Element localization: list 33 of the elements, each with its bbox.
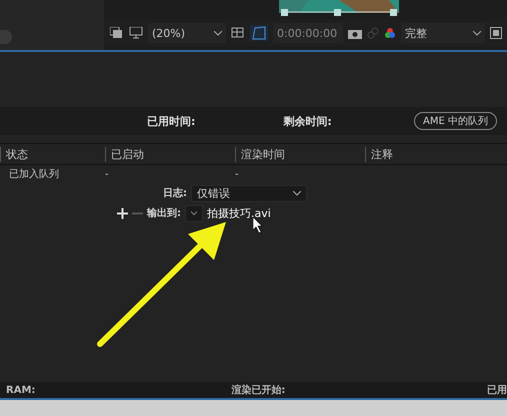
elapsed-status-label: 已用 — [487, 384, 507, 397]
timecode-field[interactable]: 0:00:00:00 — [273, 23, 343, 43]
mask-icon[interactable] — [250, 25, 268, 41]
column-header[interactable]: 状态 — [0, 146, 105, 162]
column-header[interactable]: 渲染时间 — [235, 146, 365, 162]
render-time-cell-text: - — [235, 168, 240, 180]
ram-label: RAM: — [6, 384, 36, 396]
plus-icon[interactable] — [117, 208, 128, 218]
started-cell-text: - — [105, 168, 110, 180]
column-header[interactable]: 注释 — [365, 146, 495, 162]
caret-icon — [473, 30, 481, 36]
cursor-icon — [253, 217, 263, 233]
log-label: 日志: — [163, 186, 187, 200]
render-started-label: 渲染已开始: — [231, 383, 286, 397]
caret-icon — [214, 30, 222, 36]
zoom-dropdown[interactable]: (20%) — [148, 23, 226, 43]
output-file-link[interactable]: 拍摄技巧.avi — [207, 206, 271, 220]
monitor-icon[interactable] — [129, 27, 143, 39]
resolution-dropdown[interactable]: 完整 — [401, 23, 485, 43]
remaining-label: 剩余时间: — [283, 114, 332, 128]
ame-queue-button[interactable]: AME 中的队列 — [414, 112, 497, 130]
grid-icon[interactable] — [231, 26, 245, 40]
elapsed-label: 已用时间: — [147, 114, 196, 128]
column-header[interactable]: 已启动 — [105, 146, 235, 162]
camera-icon[interactable] — [348, 28, 362, 38]
log-dropdown[interactable]: 仅错误 — [191, 184, 307, 202]
window-icon[interactable] — [490, 27, 502, 39]
caret-icon — [293, 190, 301, 196]
status-cell-text: 已加入队列 — [8, 168, 60, 181]
caret-icon — [191, 210, 197, 216]
output-label: 输出到: — [147, 206, 181, 220]
color-channels-icon[interactable] — [384, 27, 396, 39]
layers-icon[interactable] — [110, 27, 124, 39]
